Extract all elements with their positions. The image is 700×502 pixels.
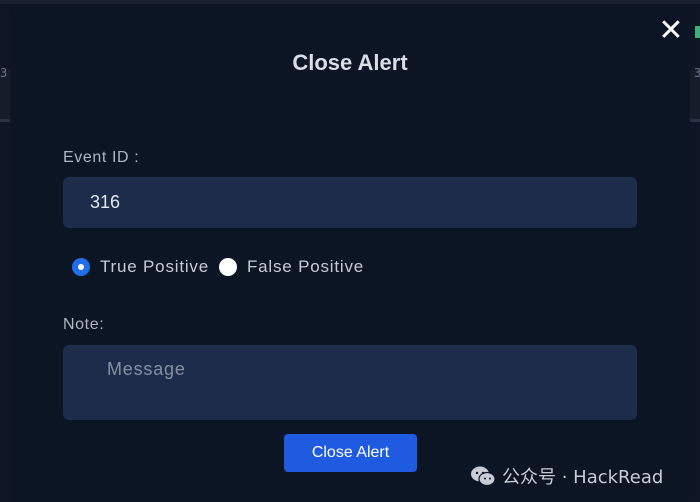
note-label: Note: — [63, 316, 105, 333]
radio-true-positive-label: True Positive — [100, 257, 209, 276]
modal-title: Close Alert — [292, 50, 408, 75]
close-icon[interactable]: ✕ — [656, 16, 686, 46]
note-textarea[interactable] — [63, 345, 637, 420]
close-alert-button[interactable]: Close Alert — [284, 434, 417, 472]
close-alert-modal: ✕ Close Alert Event ID : True Positive F… — [10, 6, 690, 502]
watermark-text: 公众号 · HackRead — [502, 467, 664, 488]
radio-false-positive-label: False Positive — [246, 257, 365, 276]
background-top-strip — [0, 0, 700, 4]
radio-true-positive[interactable]: True Positive — [72, 257, 209, 277]
radio-false-positive[interactable]: False Positive — [218, 257, 365, 277]
background-status-indicator — [695, 26, 700, 38]
classification-radio-group: True Positive False Positive — [72, 256, 364, 278]
background-cell-right: 3 — [694, 66, 700, 80]
event-id-input[interactable] — [63, 177, 637, 228]
watermark: 公众号 · HackRead — [470, 462, 663, 490]
radio-unchecked-icon[interactable] — [218, 258, 237, 276]
wechat-icon — [471, 466, 496, 487]
radio-checked-icon[interactable] — [72, 258, 90, 276]
event-id-label: Event ID : — [63, 149, 140, 166]
background-cell-left: 3 — [0, 66, 8, 80]
